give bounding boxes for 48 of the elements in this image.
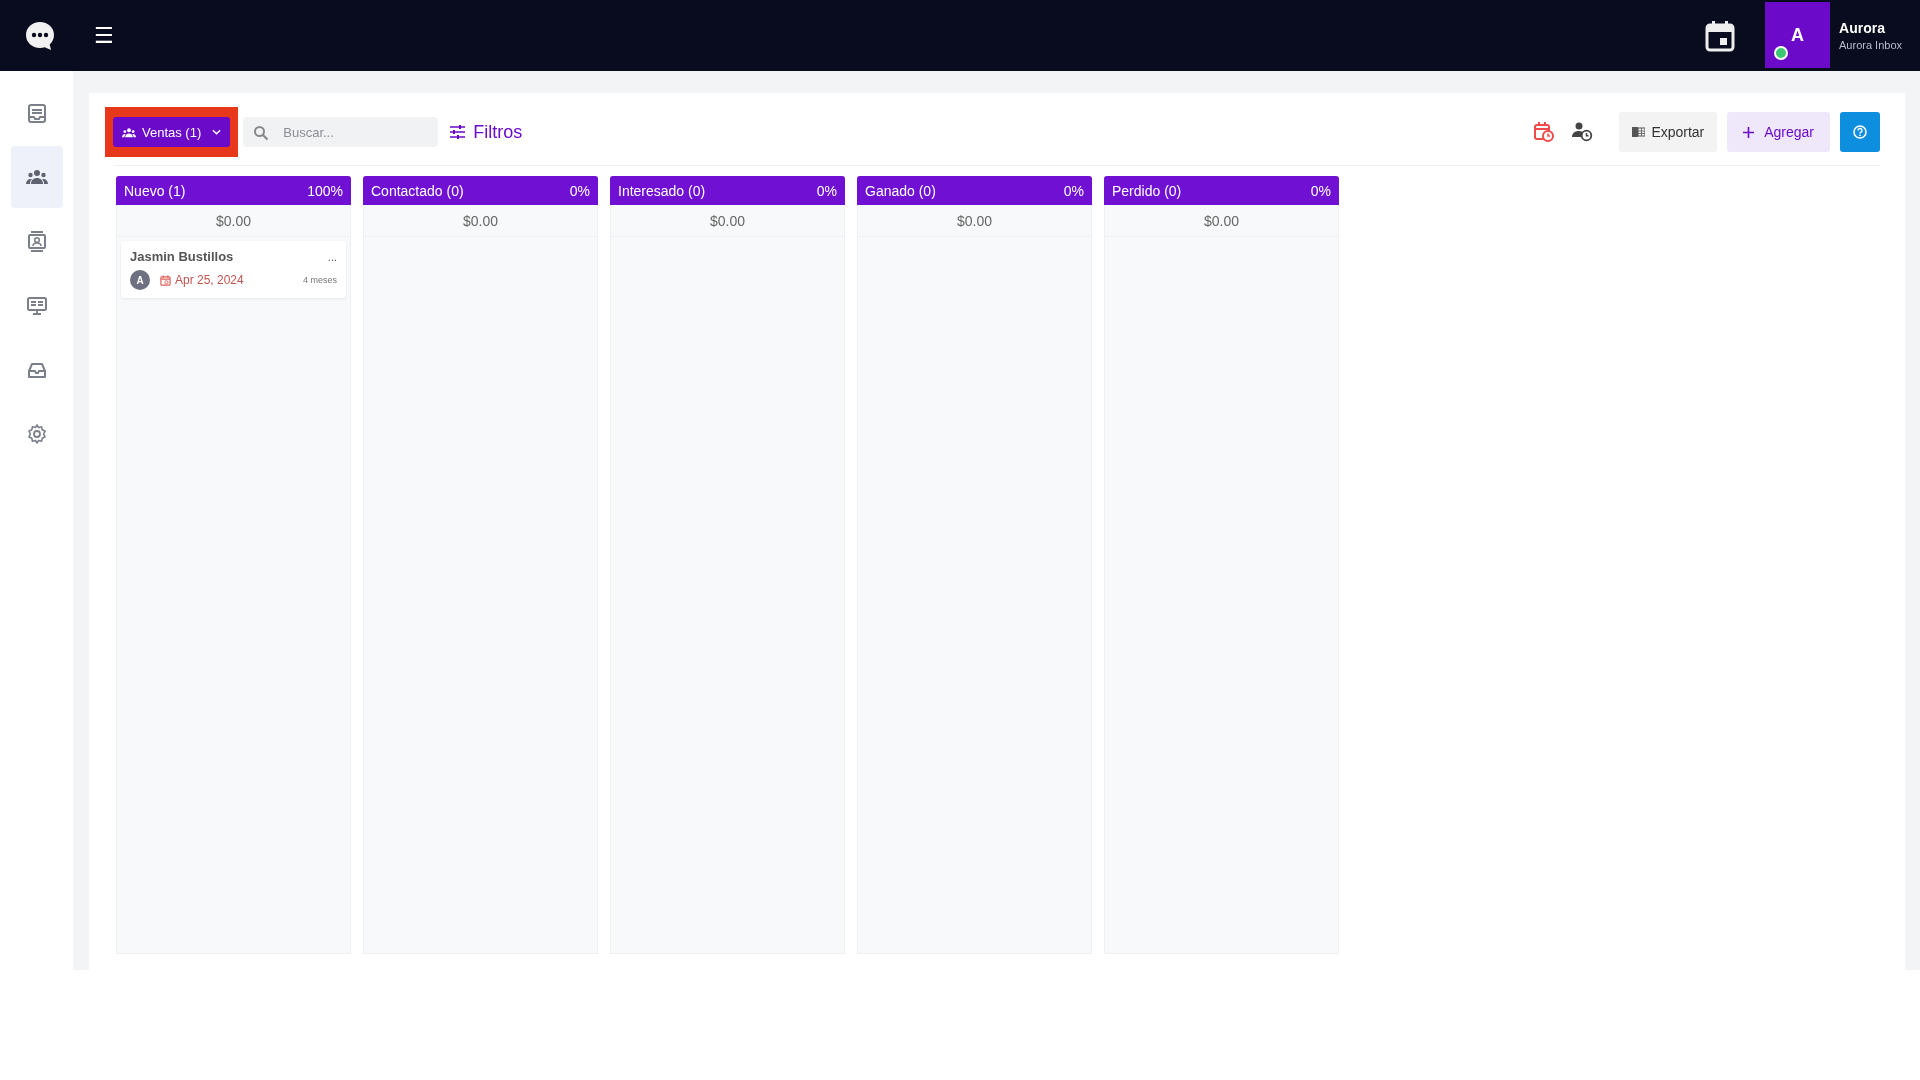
column-total: $0.00 — [611, 205, 844, 237]
pipeline-dropdown[interactable]: Ventas (1) — [113, 117, 231, 147]
column-total: $0.00 — [1105, 205, 1338, 237]
column-title: Contactado (0) — [371, 182, 464, 199]
chat-logo-icon[interactable] — [24, 19, 56, 52]
caret-icon — [212, 129, 222, 135]
calendar-icon — [160, 274, 171, 286]
spreadsheet-icon — [1632, 126, 1646, 138]
lead-avatar: A — [130, 270, 150, 290]
column-percent: 0% — [1310, 182, 1331, 199]
column-percent: 100% — [307, 182, 343, 199]
column-title: Interesado (0) — [618, 182, 706, 199]
lead-age: 4 meses — [303, 275, 337, 285]
column-total: $0.00 — [117, 205, 350, 237]
column-title: Ganado (0) — [865, 182, 936, 199]
column-total: $0.00 — [858, 205, 1091, 237]
person-clock-icon[interactable] — [1571, 121, 1594, 143]
column-title: Nuevo (1) — [124, 182, 186, 199]
column-total: $0.00 — [364, 205, 597, 237]
plus-icon — [1743, 126, 1755, 138]
menu-button[interactable]: ☰ — [90, 23, 118, 48]
lead-name: Jasmin Bustillos — [130, 249, 234, 264]
column-percent: 0% — [1063, 182, 1084, 199]
sidebar-item[interactable] — [10, 146, 63, 208]
help-icon — [1853, 125, 1867, 139]
column-title: Perdido (0) — [1112, 182, 1182, 199]
inbox-icon — [25, 102, 48, 124]
lead-card[interactable]: Jasmin Bustillos ... A Apr 25, 2024 4 meses — [121, 241, 346, 298]
people-icon — [122, 126, 136, 138]
monitor-icon — [25, 294, 48, 316]
add-button[interactable]: Agregar — [1727, 112, 1830, 152]
search-icon — [253, 125, 270, 141]
column-percent: 0% — [569, 182, 590, 199]
export-button[interactable]: Exportar — [1619, 112, 1718, 152]
calendar-clock-icon[interactable] — [1533, 121, 1556, 143]
calendar-icon[interactable] — [1705, 19, 1735, 52]
filters-button[interactable]: Filtros — [450, 121, 523, 143]
help-button[interactable] — [1840, 112, 1880, 152]
user-name: Aurora — [1839, 20, 1886, 36]
search-field[interactable]: Buscar... — [243, 117, 439, 147]
lead-date: Apr 25, 2024 — [175, 273, 244, 287]
user-subtitle: Aurora Inbox — [1839, 39, 1902, 51]
contact-card-icon — [25, 230, 48, 252]
sliders-icon — [450, 125, 466, 139]
column-percent: 0% — [816, 182, 837, 199]
more-button[interactable]: ... — [327, 250, 337, 263]
user-avatar[interactable]: A — [1765, 2, 1830, 68]
settings-icon — [25, 422, 48, 444]
